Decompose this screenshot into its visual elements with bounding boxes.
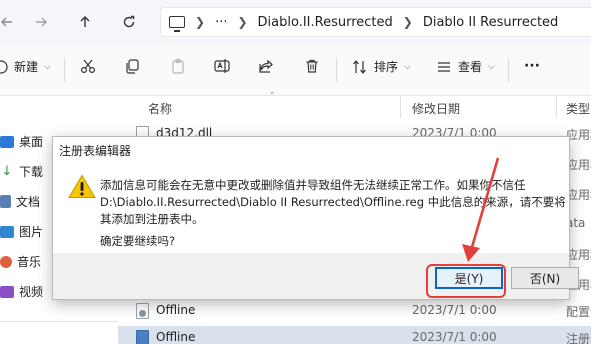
- file-explorer-window: ❯ ··· ❯ Diablo.II.Resurrected ❯ Diablo I…: [0, 0, 591, 344]
- annotation-arrow: [462, 157, 500, 262]
